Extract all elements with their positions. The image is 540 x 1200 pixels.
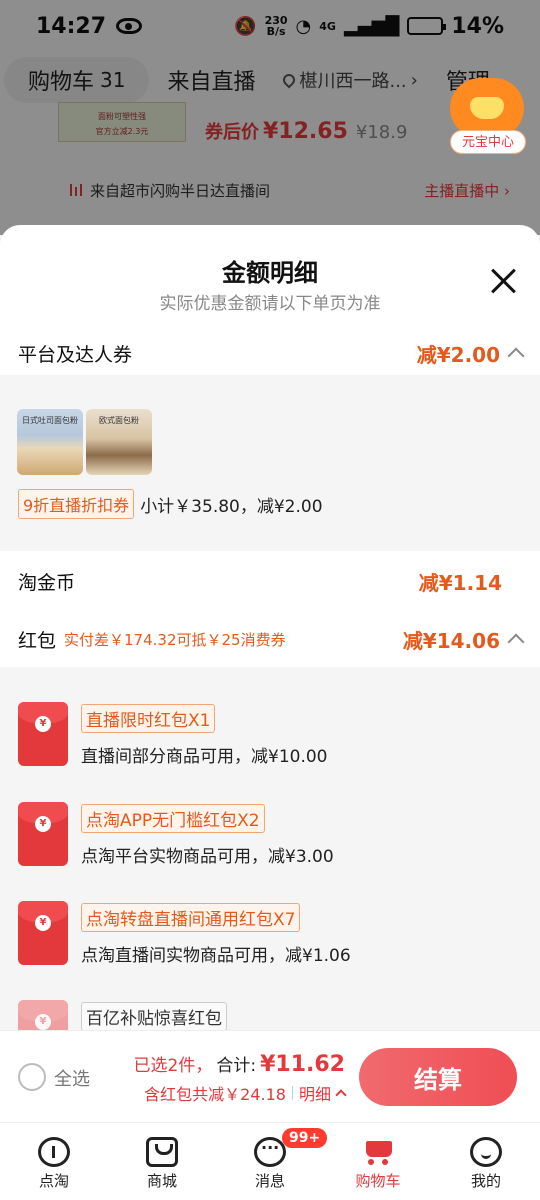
list-item: ¥ 直播限时红包X1 直播间部分商品可用，减¥10.00 [18,702,518,772]
redpack-desc: 直播间部分商品可用，减¥10.00 [81,747,328,767]
tab-cart[interactable]: 购物车 [324,1123,432,1200]
chevron-up-icon [507,633,525,651]
redpack-label: 红包 [18,629,57,652]
coupon-subtotal: 小计￥35.80，减¥2.00 [140,496,323,517]
tab-me[interactable]: 我的 [432,1123,540,1200]
red-envelope-icon: ¥ [18,702,68,766]
amount-detail-sheet: 金额明细 实际优惠金额请以下单页为准 平台及达人券 减¥2.00 日式吐司面包粉… [0,225,540,1030]
close-icon[interactable] [490,267,518,295]
redpack-value: 减¥14.06 [402,628,500,653]
tab-mall[interactable]: 商城 [108,1123,216,1200]
gold-ingot-icon [470,97,504,119]
tab-label: 商城 [146,1172,177,1190]
coupon-tag: 9折直播折扣券 [18,489,135,519]
redpack-name: 百亿补贴惊喜红包 [81,1002,227,1030]
yuan-coin-icon: ¥ [35,716,51,732]
coupon-row[interactable]: 平台及达人券 减¥2.00 [0,331,540,375]
chevron-up-icon [507,347,525,365]
mall-icon [146,1137,178,1167]
redpack-list: ¥ 直播限时红包X1 直播间部分商品可用，减¥10.00 ¥ 点淘APP无门槛红… [0,667,540,1030]
tab-label: 我的 [470,1172,501,1190]
ingot-circle [450,78,524,138]
redpack-subtext: 实付差￥174.32可抵￥25消费券 [64,630,286,649]
product-thumb-1: 日式吐司面包粉 [17,409,83,475]
coupon-detail-line: 9折直播折扣券 小计￥35.80，减¥2.00 [18,489,323,519]
summary-line: 已选2件， 合计: ¥11.62 [134,1051,345,1077]
list-item: ¥ 点淘APP无门槛红包X2 点淘平台实物商品可用，减¥3.00 [18,802,518,872]
checkout-button[interactable]: 结算 [359,1048,517,1106]
tab-label: 点淘 [38,1172,69,1190]
list-item: ¥ 百亿补贴惊喜红包 [18,1000,518,1030]
select-all-radio-icon[interactable] [18,1063,46,1091]
detail-link[interactable]: 明细 [299,1081,331,1105]
coupon-row-value: 减¥2.00 [416,342,500,367]
red-envelope-icon: ¥ [18,802,68,866]
total-amount: ¥11.62 [260,1052,345,1077]
chevron-up-icon [335,1089,347,1101]
coupon-row-label: 平台及达人券 [18,343,133,366]
ingot-center-label: 元宝中心 [450,130,526,154]
yuan-coin-icon: ¥ [35,1014,51,1030]
message-badge: 99+ [282,1128,328,1148]
redpack-name: 点淘APP无门槛红包X2 [81,804,265,833]
discount-text: 含红包共减￥24.18 [144,1085,286,1104]
redpack-desc: 点淘直播间实物商品可用，减¥1.06 [81,946,351,966]
redpack-name: 点淘转盘直播间通用红包X7 [81,903,301,932]
yuan-coin-icon: ¥ [35,915,51,931]
redpack-desc: 点淘平台实物商品可用，减¥3.00 [81,847,334,867]
message-icon [254,1137,286,1167]
gold-coin-value: 减¥1.14 [418,570,502,595]
ingot-center-badge[interactable]: 元宝中心 [450,78,526,158]
yuan-coin-icon: ¥ [35,816,51,832]
home-icon [38,1137,70,1167]
red-envelope-icon: ¥ [18,901,68,965]
coupon-detail-area: 日式吐司面包粉 欧式面包粉 9折直播折扣券 小计￥35.80，减¥2.00 [0,375,540,551]
sheet-subtitle: 实际优惠金额请以下单页为准 [159,294,381,314]
tab-label: 消息 [254,1172,285,1190]
tab-diantao[interactable]: 点淘 [0,1123,108,1200]
me-icon [470,1137,502,1167]
cart-icon [362,1137,394,1167]
total-label: 合计: [216,1056,257,1076]
product-thumb-2-text: 欧式面包粉 [99,416,139,425]
list-item: ¥ 点淘转盘直播间通用红包X7 点淘直播间实物商品可用，减¥1.06 [18,901,518,971]
select-all-label[interactable]: 全选 [54,1065,90,1091]
red-envelope-icon: ¥ [18,1000,68,1030]
gold-coin-label: 淘金币 [18,571,76,594]
divider [291,1086,293,1100]
sheet-title: 金额明细 [222,259,318,287]
bottom-tab-bar: 点淘 商城 消息 购物车 我的 [0,1122,540,1200]
discount-line[interactable]: 含红包共减￥24.18 明细 [144,1081,347,1105]
product-thumb-2: 欧式面包粉 [86,409,152,475]
selected-count: 已选2件， [133,1056,213,1076]
redpack-name: 直播限时红包X1 [81,704,216,733]
checkout-bar: 全选 已选2件， 合计: ¥11.62 含红包共减￥24.18 明细 结算 [0,1030,540,1122]
product-thumb-1-text: 日式吐司面包粉 [22,416,78,425]
tab-label: 购物车 [355,1172,401,1190]
gold-coin-row: 淘金币 减¥1.14 [0,559,540,603]
redpack-row[interactable]: 红包 实付差￥174.32可抵￥25消费券 减¥14.06 [0,617,540,661]
